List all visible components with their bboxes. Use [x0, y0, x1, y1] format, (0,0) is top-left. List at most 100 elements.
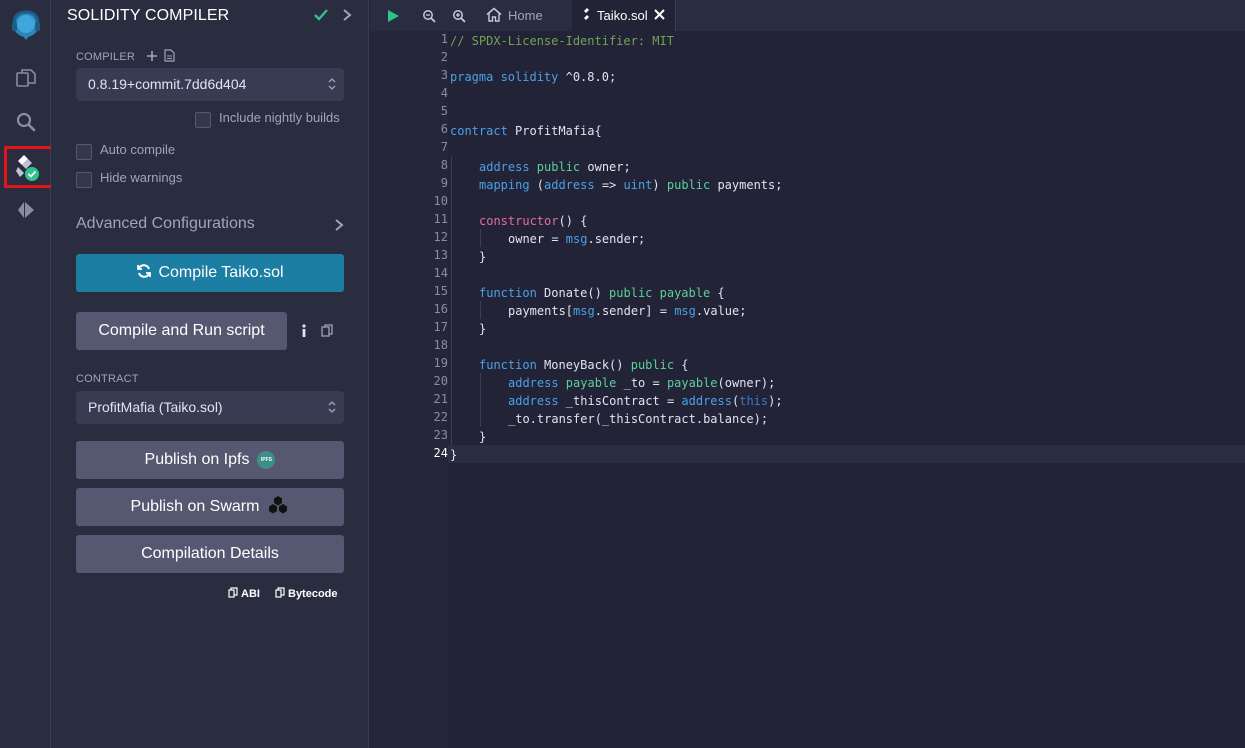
- abi-copy-link[interactable]: ABI: [228, 587, 260, 601]
- nightly-builds-label: Include nightly builds: [219, 110, 340, 125]
- code-line: address public owner;: [479, 158, 631, 176]
- publish-ipfs-button[interactable]: Publish on Ipfs IPFS: [76, 441, 344, 479]
- zoom-out-icon[interactable]: [422, 0, 436, 31]
- ipfs-icon: IPFS: [257, 451, 276, 469]
- line-number: 19: [433, 356, 448, 370]
- line-number: 16: [433, 302, 448, 316]
- modifier: public payable: [609, 286, 711, 300]
- code-text: payments[: [508, 304, 574, 318]
- publish-swarm-button[interactable]: Publish on Swarm: [76, 488, 344, 526]
- code-line: }: [450, 446, 457, 464]
- advanced-configurations-toggle[interactable]: Advanced Configurations: [76, 215, 255, 233]
- keyword: function: [479, 358, 537, 372]
- nightly-builds-checkbox[interactable]: [195, 112, 211, 128]
- keyword: pragma solidity: [450, 70, 559, 84]
- select-arrows-icon: [328, 400, 336, 417]
- editor-tab-bar: Home Taiko.sol: [370, 0, 1245, 31]
- tab-taiko-sol[interactable]: Taiko.sol: [572, 0, 676, 31]
- code-line: }: [479, 428, 486, 446]
- code-line: constructor() {: [479, 212, 587, 230]
- line-number: 5: [440, 104, 448, 118]
- type: uint: [623, 178, 653, 192]
- code-line: }: [479, 248, 486, 266]
- contract-label: CONTRACT: [76, 373, 139, 385]
- code-text: }: [479, 430, 487, 444]
- keyword: mapping: [479, 178, 530, 192]
- file-icon[interactable]: [164, 49, 175, 67]
- contract-select[interactable]: ProfitMafia (Taiko.sol): [76, 391, 344, 424]
- remix-ide: SOLIDITY COMPILER COMPILER 0.8.19+commit…: [0, 0, 1245, 748]
- close-icon[interactable]: [653, 8, 665, 23]
- line-number: 11: [433, 212, 448, 226]
- hide-warnings-label: Hide warnings: [100, 170, 183, 185]
- chevron-right-icon[interactable]: [341, 8, 353, 27]
- code-line: }: [479, 320, 486, 338]
- bytecode-copy-link[interactable]: Bytecode: [275, 587, 338, 601]
- code-text: (: [529, 178, 545, 192]
- code-text: _to =: [616, 376, 667, 390]
- copy-icon[interactable]: [321, 324, 333, 342]
- line-number: 1: [440, 32, 448, 46]
- chevron-right-icon[interactable]: [334, 218, 344, 237]
- line-number: 6: [440, 122, 448, 136]
- line-number: 21: [433, 392, 448, 406]
- keyword: function: [479, 286, 537, 300]
- compiler-version-value: 0.8.19+commit.7dd6d404: [88, 76, 247, 92]
- code-line: function MoneyBack() public {: [479, 356, 689, 374]
- auto-compile-label: Auto compile: [100, 142, 176, 157]
- check-icon: [313, 7, 329, 28]
- file-explorer-icon[interactable]: [0, 58, 51, 98]
- line-number-current: 24: [433, 446, 448, 460]
- line-number: 22: [433, 410, 448, 424]
- code-text: payments;: [710, 178, 783, 192]
- code-line: address _thisContract = address(this);: [508, 392, 783, 410]
- line-number: 20: [433, 374, 448, 388]
- code-line: function Donate() public payable {: [479, 284, 725, 302]
- code-text: _to.transfer(_thisContract.balance);: [508, 412, 769, 426]
- hide-warnings-checkbox[interactable]: [76, 172, 92, 188]
- line-number: 4: [440, 86, 448, 100]
- code-text: .sender] =: [594, 304, 675, 318]
- code-text: );: [768, 394, 783, 408]
- bytecode-label: Bytecode: [288, 588, 338, 600]
- search-icon[interactable]: [0, 102, 51, 142]
- line-number: 23: [433, 428, 448, 442]
- compile-button[interactable]: Compile Taiko.sol: [76, 254, 344, 292]
- code-line: pragma solidity ^0.8.0;: [450, 68, 616, 86]
- line-number: 7: [440, 140, 448, 154]
- info-icon[interactable]: [300, 324, 308, 343]
- keyword: contract: [450, 124, 508, 138]
- type: address: [508, 376, 559, 390]
- active-plugin-highlight: [4, 146, 54, 188]
- add-compiler-icon[interactable]: [146, 49, 158, 67]
- compile-run-script-button[interactable]: Compile and Run script: [76, 312, 287, 350]
- modifier: public: [630, 358, 675, 372]
- this-keyword: this: [739, 394, 769, 408]
- code-text: {: [710, 286, 725, 300]
- code-text: owner;: [580, 160, 631, 174]
- tab-home[interactable]: Home: [486, 0, 543, 31]
- code-line: payments[msg.sender] = msg.value;: [508, 302, 746, 320]
- home-icon: [486, 7, 502, 25]
- auto-compile-checkbox[interactable]: [76, 144, 92, 160]
- compile-button-label: Compile Taiko.sol: [158, 264, 284, 281]
- remix-logo-icon[interactable]: [0, 4, 51, 44]
- comment: // SPDX-License-Identifier: MIT: [450, 34, 674, 48]
- deploy-run-icon[interactable]: [0, 190, 51, 230]
- zoom-in-icon[interactable]: [452, 0, 466, 31]
- code-text: ProfitMafia{: [507, 124, 602, 138]
- line-number: 15: [433, 284, 448, 298]
- solidity-file-icon: [582, 7, 591, 24]
- code-text: () {: [558, 214, 588, 228]
- code-editor[interactable]: 1 2 3 4 5 6 7 8 9 10 11 12 13 14 15 16 1…: [370, 31, 1245, 748]
- line-number: 2: [440, 50, 448, 64]
- modifier: payable: [558, 376, 617, 390]
- code-text: MoneyBack(): [536, 358, 631, 372]
- refresh-icon: [136, 263, 152, 284]
- copy-icon: [228, 587, 238, 601]
- compiler-version-select[interactable]: 0.8.19+commit.7dd6d404: [76, 68, 344, 101]
- run-script-icon[interactable]: [386, 0, 400, 31]
- global-var: msg: [565, 232, 588, 246]
- compilation-details-button[interactable]: Compilation Details: [76, 535, 344, 573]
- modifier: public: [666, 178, 711, 192]
